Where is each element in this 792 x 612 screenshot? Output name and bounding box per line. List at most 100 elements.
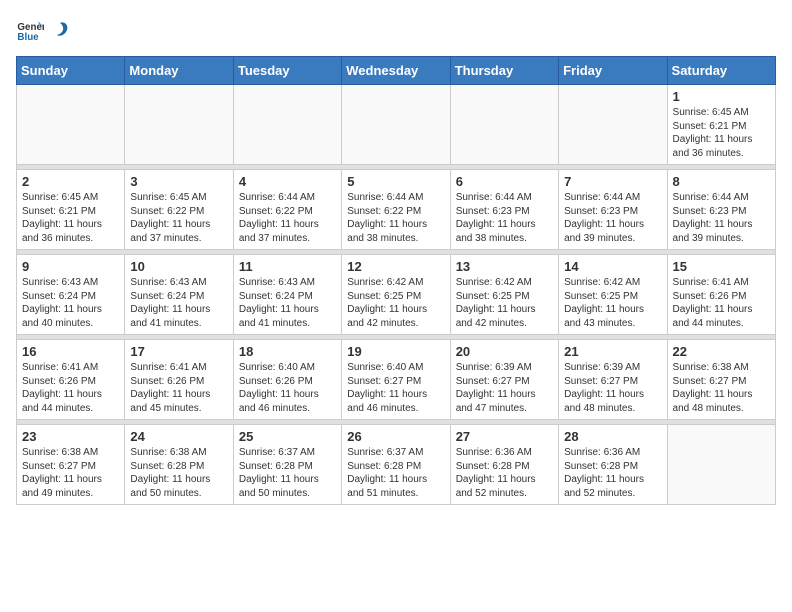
calendar-cell: 21 Sunrise: 6:39 AMSunset: 6:27 PMDayligh… bbox=[559, 340, 667, 420]
calendar-cell: 1 Sunrise: 6:45 AMSunset: 6:21 PMDaylight… bbox=[667, 85, 775, 165]
calendar-cell: 23 Sunrise: 6:38 AMSunset: 6:27 PMDayligh… bbox=[17, 425, 125, 505]
calendar-week-row: 16 Sunrise: 6:41 AMSunset: 6:26 PMDayligh… bbox=[17, 340, 776, 420]
calendar-cell: 4 Sunrise: 6:44 AMSunset: 6:22 PMDaylight… bbox=[233, 170, 341, 250]
day-info: Sunrise: 6:39 AMSunset: 6:27 PMDaylight:… bbox=[456, 361, 553, 415]
calendar-cell: 8 Sunrise: 6:44 AMSunset: 6:23 PMDaylight… bbox=[667, 170, 775, 250]
day-info: Sunrise: 6:37 AMSunset: 6:28 PMDaylight:… bbox=[239, 446, 336, 500]
day-number: 5 bbox=[347, 174, 444, 189]
day-number: 4 bbox=[239, 174, 336, 189]
header-tuesday: Tuesday bbox=[233, 57, 341, 85]
day-info: Sunrise: 6:39 AMSunset: 6:27 PMDaylight:… bbox=[564, 361, 661, 415]
calendar-table: SundayMondayTuesdayWednesdayThursdayFrid… bbox=[16, 56, 776, 505]
logo-bird-icon bbox=[49, 19, 71, 41]
day-number: 3 bbox=[130, 174, 227, 189]
day-info: Sunrise: 6:41 AMSunset: 6:26 PMDaylight:… bbox=[673, 276, 770, 330]
calendar-cell bbox=[125, 85, 233, 165]
day-number: 19 bbox=[347, 344, 444, 359]
day-info: Sunrise: 6:41 AMSunset: 6:26 PMDaylight:… bbox=[130, 361, 227, 415]
day-info: Sunrise: 6:45 AMSunset: 6:21 PMDaylight:… bbox=[22, 191, 119, 245]
day-info: Sunrise: 6:44 AMSunset: 6:23 PMDaylight:… bbox=[456, 191, 553, 245]
header-friday: Friday bbox=[559, 57, 667, 85]
day-number: 11 bbox=[239, 259, 336, 274]
calendar-cell: 11 Sunrise: 6:43 AMSunset: 6:24 PMDayligh… bbox=[233, 255, 341, 335]
day-number: 9 bbox=[22, 259, 119, 274]
day-number: 13 bbox=[456, 259, 553, 274]
day-number: 6 bbox=[456, 174, 553, 189]
day-info: Sunrise: 6:41 AMSunset: 6:26 PMDaylight:… bbox=[22, 361, 119, 415]
header-saturday: Saturday bbox=[667, 57, 775, 85]
day-info: Sunrise: 6:44 AMSunset: 6:23 PMDaylight:… bbox=[673, 191, 770, 245]
calendar-week-row: 2 Sunrise: 6:45 AMSunset: 6:21 PMDaylight… bbox=[17, 170, 776, 250]
calendar-cell: 12 Sunrise: 6:42 AMSunset: 6:25 PMDayligh… bbox=[342, 255, 450, 335]
day-number: 1 bbox=[673, 89, 770, 104]
calendar-cell: 14 Sunrise: 6:42 AMSunset: 6:25 PMDayligh… bbox=[559, 255, 667, 335]
calendar-cell: 9 Sunrise: 6:43 AMSunset: 6:24 PMDaylight… bbox=[17, 255, 125, 335]
calendar-cell: 6 Sunrise: 6:44 AMSunset: 6:23 PMDaylight… bbox=[450, 170, 558, 250]
svg-text:Blue: Blue bbox=[17, 32, 39, 43]
calendar-cell: 28Sunrise: 6:36 AMSunset: 6:28 PMDayligh… bbox=[559, 425, 667, 505]
header-thursday: Thursday bbox=[450, 57, 558, 85]
day-number: 16 bbox=[22, 344, 119, 359]
calendar-cell: 25 Sunrise: 6:37 AMSunset: 6:28 PMDayligh… bbox=[233, 425, 341, 505]
calendar-week-row: 1 Sunrise: 6:45 AMSunset: 6:21 PMDaylight… bbox=[17, 85, 776, 165]
day-number: 2 bbox=[22, 174, 119, 189]
day-number: 8 bbox=[673, 174, 770, 189]
day-number: 15 bbox=[673, 259, 770, 274]
day-info: Sunrise: 6:43 AMSunset: 6:24 PMDaylight:… bbox=[239, 276, 336, 330]
calendar-cell: 13 Sunrise: 6:42 AMSunset: 6:25 PMDayligh… bbox=[450, 255, 558, 335]
day-info: Sunrise: 6:42 AMSunset: 6:25 PMDaylight:… bbox=[564, 276, 661, 330]
calendar-cell: 16 Sunrise: 6:41 AMSunset: 6:26 PMDayligh… bbox=[17, 340, 125, 420]
calendar-cell: 19Sunrise: 6:40 AMSunset: 6:27 PMDayligh… bbox=[342, 340, 450, 420]
day-info: Sunrise: 6:37 AMSunset: 6:28 PMDaylight:… bbox=[347, 446, 444, 500]
calendar-cell: 10Sunrise: 6:43 AMSunset: 6:24 PMDayligh… bbox=[125, 255, 233, 335]
header-monday: Monday bbox=[125, 57, 233, 85]
day-number: 21 bbox=[564, 344, 661, 359]
day-info: Sunrise: 6:38 AMSunset: 6:27 PMDaylight:… bbox=[673, 361, 770, 415]
day-info: Sunrise: 6:36 AMSunset: 6:28 PMDaylight:… bbox=[456, 446, 553, 500]
header-wednesday: Wednesday bbox=[342, 57, 450, 85]
day-info: Sunrise: 6:43 AMSunset: 6:24 PMDaylight:… bbox=[130, 276, 227, 330]
calendar-week-row: 23 Sunrise: 6:38 AMSunset: 6:27 PMDayligh… bbox=[17, 425, 776, 505]
day-number: 17 bbox=[130, 344, 227, 359]
logo: General Blue bbox=[16, 16, 72, 44]
calendar-cell: 20 Sunrise: 6:39 AMSunset: 6:27 PMDayligh… bbox=[450, 340, 558, 420]
logo-icon: General Blue bbox=[16, 16, 44, 44]
day-info: Sunrise: 6:45 AMSunset: 6:22 PMDaylight:… bbox=[130, 191, 227, 245]
calendar-cell: 27Sunrise: 6:36 AMSunset: 6:28 PMDayligh… bbox=[450, 425, 558, 505]
calendar-cell: 17 Sunrise: 6:41 AMSunset: 6:26 PMDayligh… bbox=[125, 340, 233, 420]
day-number: 22 bbox=[673, 344, 770, 359]
day-info: Sunrise: 6:42 AMSunset: 6:25 PMDaylight:… bbox=[347, 276, 444, 330]
calendar-cell bbox=[450, 85, 558, 165]
day-number: 26 bbox=[347, 429, 444, 444]
day-number: 20 bbox=[456, 344, 553, 359]
day-info: Sunrise: 6:45 AMSunset: 6:21 PMDaylight:… bbox=[673, 106, 770, 160]
day-number: 12 bbox=[347, 259, 444, 274]
day-number: 7 bbox=[564, 174, 661, 189]
day-number: 14 bbox=[564, 259, 661, 274]
day-info: Sunrise: 6:40 AMSunset: 6:26 PMDaylight:… bbox=[239, 361, 336, 415]
day-info: Sunrise: 6:44 AMSunset: 6:22 PMDaylight:… bbox=[347, 191, 444, 245]
calendar-cell bbox=[559, 85, 667, 165]
calendar-cell bbox=[233, 85, 341, 165]
day-info: Sunrise: 6:42 AMSunset: 6:25 PMDaylight:… bbox=[456, 276, 553, 330]
calendar-cell: 26 Sunrise: 6:37 AMSunset: 6:28 PMDayligh… bbox=[342, 425, 450, 505]
calendar-cell bbox=[667, 425, 775, 505]
calendar-cell: 3 Sunrise: 6:45 AMSunset: 6:22 PMDaylight… bbox=[125, 170, 233, 250]
calendar-cell bbox=[17, 85, 125, 165]
calendar-cell: 24Sunrise: 6:38 AMSunset: 6:28 PMDayligh… bbox=[125, 425, 233, 505]
day-info: Sunrise: 6:38 AMSunset: 6:27 PMDaylight:… bbox=[22, 446, 119, 500]
day-info: Sunrise: 6:44 AMSunset: 6:22 PMDaylight:… bbox=[239, 191, 336, 245]
calendar-cell: 5 Sunrise: 6:44 AMSunset: 6:22 PMDaylight… bbox=[342, 170, 450, 250]
day-number: 28 bbox=[564, 429, 661, 444]
day-info: Sunrise: 6:44 AMSunset: 6:23 PMDaylight:… bbox=[564, 191, 661, 245]
calendar-cell: 22 Sunrise: 6:38 AMSunset: 6:27 PMDayligh… bbox=[667, 340, 775, 420]
day-number: 23 bbox=[22, 429, 119, 444]
day-info: Sunrise: 6:43 AMSunset: 6:24 PMDaylight:… bbox=[22, 276, 119, 330]
calendar-week-row: 9 Sunrise: 6:43 AMSunset: 6:24 PMDaylight… bbox=[17, 255, 776, 335]
day-number: 24 bbox=[130, 429, 227, 444]
page-header: General Blue bbox=[16, 16, 776, 44]
calendar-cell: 2 Sunrise: 6:45 AMSunset: 6:21 PMDaylight… bbox=[17, 170, 125, 250]
calendar-cell: 15 Sunrise: 6:41 AMSunset: 6:26 PMDayligh… bbox=[667, 255, 775, 335]
day-number: 25 bbox=[239, 429, 336, 444]
calendar-cell bbox=[342, 85, 450, 165]
